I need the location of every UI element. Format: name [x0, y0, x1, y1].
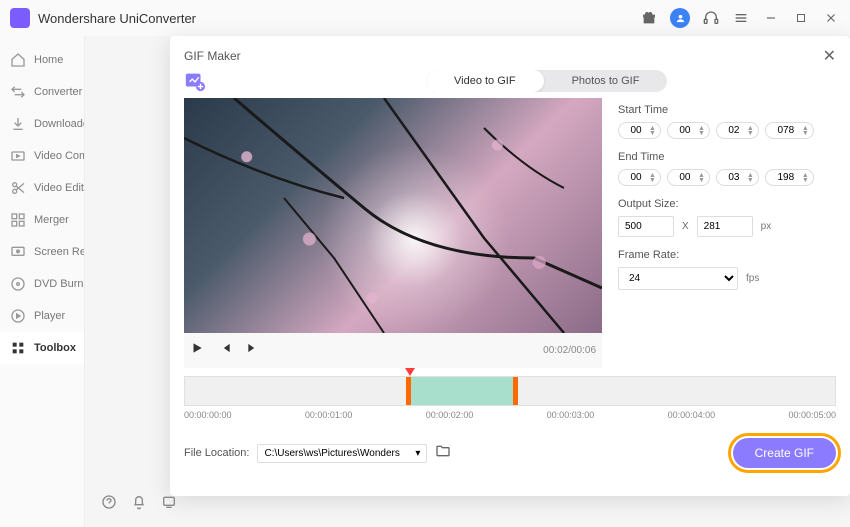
nav-label: Video Editor	[34, 182, 84, 194]
tab-video-to-gif[interactable]: Video to GIF	[426, 70, 544, 92]
nav-label: Merger	[34, 214, 69, 226]
app-logo-icon	[10, 8, 30, 28]
fps-select[interactable]: 24	[618, 267, 738, 290]
help-icon[interactable]	[101, 494, 117, 515]
prev-frame-button[interactable]	[218, 341, 232, 360]
nav-label: Converter	[34, 86, 82, 98]
x-label: X	[682, 221, 689, 232]
file-path: C:\Users\ws\Pictures\Wonders	[264, 448, 399, 459]
end-ms[interactable]: ▲▼	[765, 169, 814, 186]
timeline[interactable]: 00:00:00:00 00:00:01:00 00:00:02:00 00:0…	[184, 376, 836, 424]
nav-video-editor[interactable]: Video Editor	[0, 172, 84, 204]
play-controls: 00:02/00:06	[184, 333, 602, 368]
tick: 00:00:00:00	[184, 410, 232, 420]
nav-label: Home	[34, 54, 63, 66]
nav-screen-recorder[interactable]: Screen Recorder	[0, 236, 84, 268]
open-folder-button[interactable]	[435, 443, 451, 464]
start-m-input[interactable]	[676, 125, 694, 136]
next-frame-button[interactable]	[246, 341, 260, 360]
tick: 00:00:03:00	[547, 410, 595, 420]
nav-toolbox[interactable]: Toolbox	[0, 332, 84, 364]
nav-label: Screen Recorder	[34, 246, 84, 258]
content-area: NEW editing os or CD. GIF Maker ✕ Video …	[85, 36, 850, 527]
end-time-label: End Time	[618, 151, 836, 163]
modal-title: GIF Maker	[184, 49, 823, 63]
timeline-ticks: 00:00:00:00 00:00:01:00 00:00:02:00 00:0…	[184, 406, 836, 424]
chevron-down-icon: ▾	[415, 448, 420, 459]
file-location-label: File Location:	[184, 447, 249, 459]
app-title: Wondershare UniConverter	[38, 11, 640, 26]
file-location-select[interactable]: C:\Users\ws\Pictures\Wonders ▾	[257, 444, 427, 463]
nav-label: Player	[34, 310, 65, 322]
nav-player[interactable]: Player	[0, 300, 84, 332]
bell-icon[interactable]	[131, 494, 147, 515]
start-s-input[interactable]	[725, 125, 743, 136]
video-preview	[184, 98, 602, 333]
start-ms[interactable]: ▲▼	[765, 122, 814, 139]
add-media-icon[interactable]	[184, 70, 206, 92]
play-button[interactable]	[190, 341, 204, 360]
close-icon[interactable]: ✕	[823, 46, 836, 66]
start-ms-input[interactable]	[774, 125, 798, 136]
nav-label: Downloader	[34, 118, 84, 130]
tick: 00:00:05:00	[788, 410, 836, 420]
nav-dvd-burner[interactable]: DVD Burner	[0, 268, 84, 300]
end-minutes[interactable]: ▲▼	[667, 169, 710, 186]
frame-rate-label: Frame Rate:	[618, 249, 836, 261]
nav-label: DVD Burner	[34, 278, 84, 290]
tick: 00:00:01:00	[305, 410, 353, 420]
tick: 00:00:02:00	[426, 410, 474, 420]
menu-icon[interactable]	[732, 9, 750, 27]
playhead-icon[interactable]	[405, 368, 415, 376]
headset-icon[interactable]	[702, 9, 720, 27]
end-h-input[interactable]	[627, 172, 645, 183]
fps-unit: fps	[746, 273, 759, 284]
titlebar: Wondershare UniConverter	[0, 0, 850, 36]
timeline-selection[interactable]	[406, 377, 518, 405]
nav-merger[interactable]: Merger	[0, 204, 84, 236]
feedback-icon[interactable]	[161, 494, 177, 515]
end-seconds[interactable]: ▲▼	[716, 169, 759, 186]
start-h-input[interactable]	[627, 125, 645, 136]
start-time-label: Start Time	[618, 104, 836, 116]
end-ms-input[interactable]	[774, 172, 798, 183]
gift-icon[interactable]	[640, 9, 658, 27]
px-unit: px	[761, 221, 772, 232]
sidebar: Home Converter Downloader Video Compress…	[0, 36, 85, 527]
nav-video-compressor[interactable]: Video Compressor	[0, 140, 84, 172]
output-size-label: Output Size:	[618, 198, 836, 210]
nav-label: Video Compressor	[34, 150, 84, 162]
height-input[interactable]	[697, 216, 753, 237]
end-m-input[interactable]	[676, 172, 694, 183]
start-minutes[interactable]: ▲▼	[667, 122, 710, 139]
user-avatar-icon[interactable]	[670, 8, 690, 28]
minimize-button[interactable]	[762, 9, 780, 27]
gif-maker-modal: GIF Maker ✕ Video to GIF Photos to GIF	[170, 36, 850, 496]
close-button[interactable]	[822, 9, 840, 27]
nav-downloader[interactable]: Downloader	[0, 108, 84, 140]
create-gif-button[interactable]: Create GIF	[733, 438, 836, 468]
nav-label: Toolbox	[34, 342, 76, 354]
start-hours[interactable]: ▲▼	[618, 122, 661, 139]
tick: 00:00:04:00	[668, 410, 716, 420]
maximize-button[interactable]	[792, 9, 810, 27]
end-s-input[interactable]	[725, 172, 743, 183]
end-hours[interactable]: ▲▼	[618, 169, 661, 186]
timeline-track[interactable]	[184, 376, 836, 406]
start-seconds[interactable]: ▲▼	[716, 122, 759, 139]
nav-home[interactable]: Home	[0, 44, 84, 76]
time-display: 00:02/00:06	[543, 345, 596, 356]
tab-photos-to-gif[interactable]: Photos to GIF	[544, 70, 668, 92]
mode-tabs: Video to GIF Photos to GIF	[426, 70, 667, 92]
nav-converter[interactable]: Converter	[0, 76, 84, 108]
width-input[interactable]	[618, 216, 674, 237]
